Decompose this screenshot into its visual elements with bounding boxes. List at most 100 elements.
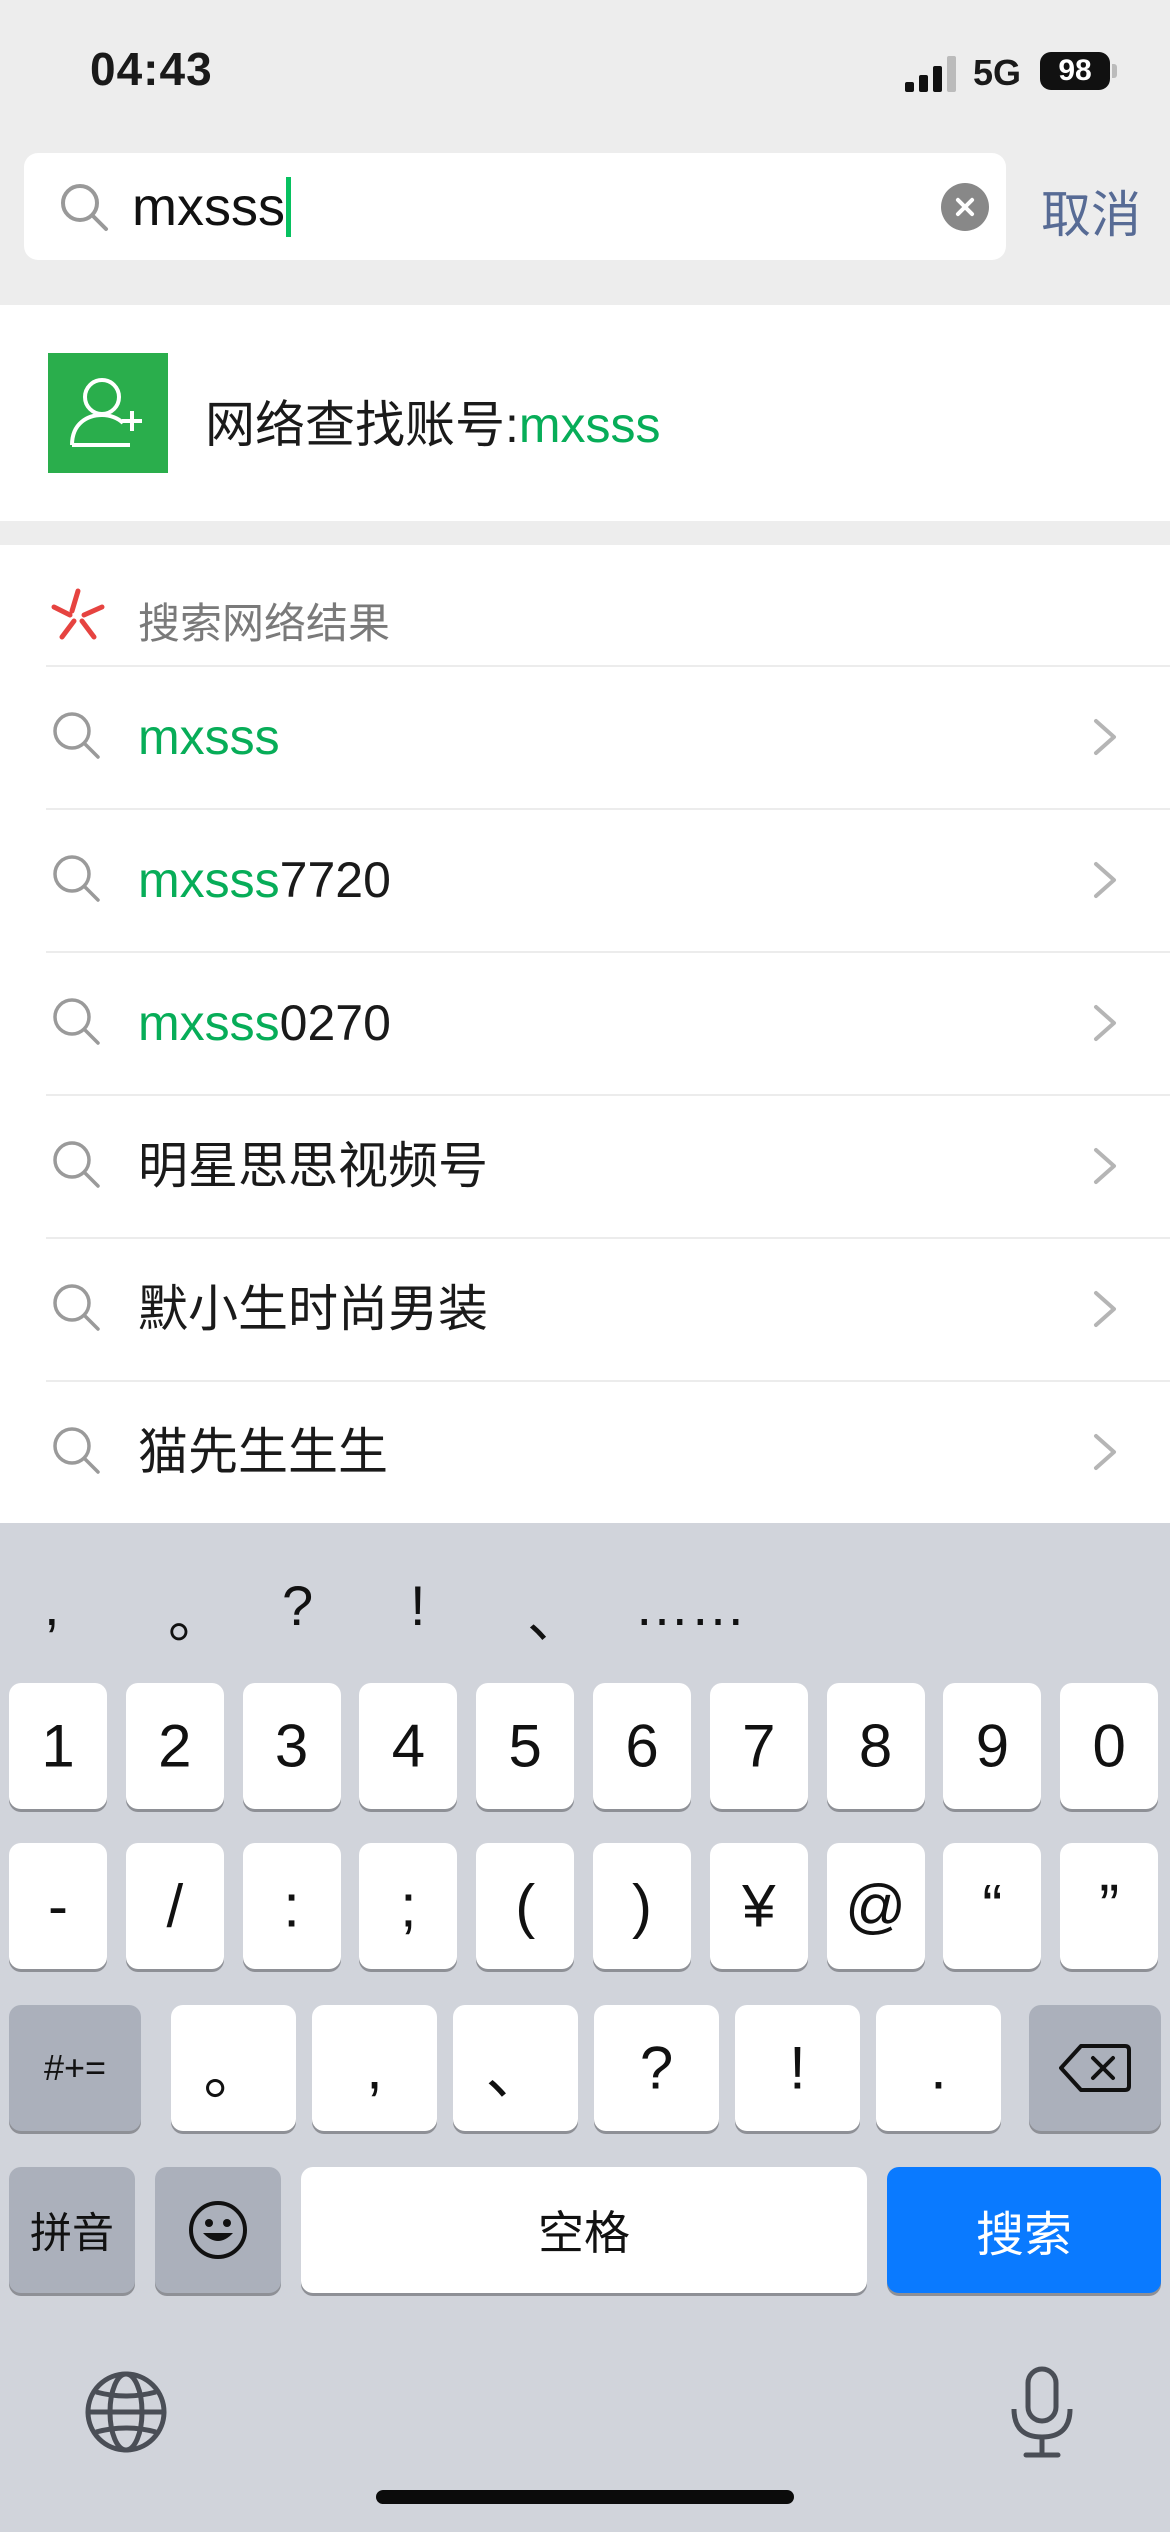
- symbol-key[interactable]: :: [242, 1843, 341, 1969]
- status-bar: 04:43 5G 98: [0, 0, 1170, 140]
- symbol-key-label: :: [283, 1872, 300, 1940]
- globe-icon[interactable]: [84, 2370, 168, 2454]
- network-search-logo: [51, 588, 105, 640]
- digit-key[interactable]: 5: [476, 1683, 575, 1809]
- search-icon: [53, 712, 100, 759]
- digit-key[interactable]: 4: [359, 1683, 458, 1809]
- symbol-key[interactable]: ”: [1060, 1843, 1159, 1969]
- row-divider: [46, 1380, 1170, 1382]
- symbols-toggle-key[interactable]: #+=: [9, 2005, 141, 2131]
- symbol-key[interactable]: ): [593, 1843, 691, 1969]
- symbol-key-label: (: [515, 1872, 536, 1940]
- result-highlight: mxsss: [138, 852, 280, 908]
- symbols-toggle-key-label: #+=: [43, 2047, 107, 2088]
- microphone-icon[interactable]: [1002, 2365, 1082, 2461]
- symbol-key-label: ;: [400, 1872, 417, 1940]
- result-row[interactable]: mxsss7720: [0, 808, 1170, 951]
- digit-key-label: 3: [274, 1712, 309, 1780]
- result-rest: 0270: [279, 995, 391, 1051]
- network-account-search-row[interactable]: 网络查找账号:mxsss: [0, 305, 1170, 521]
- backspace-key[interactable]: [1029, 2005, 1161, 2131]
- result-highlight: mxsss: [138, 995, 280, 1051]
- punctuation-key-label: ,: [366, 2034, 383, 2102]
- punctuation-key[interactable]: 。: [168, 1573, 224, 1654]
- result-text: mxsss: [138, 709, 280, 765]
- digit-key-label: 4: [391, 1712, 426, 1780]
- add-contact-icon: [48, 353, 168, 473]
- symbol-key-label: @: [845, 1872, 907, 1940]
- symbol-key-label: ): [632, 1872, 652, 1940]
- symbol-key[interactable]: ¥: [709, 1843, 808, 1969]
- cancel-button[interactable]: 取消: [1041, 175, 1141, 247]
- punctuation-key[interactable]: ,: [312, 2005, 437, 2131]
- symbol-key-label: ”: [1099, 1872, 1120, 1940]
- search-icon: [53, 1141, 100, 1188]
- row-divider: [46, 1237, 1170, 1239]
- punctuation-bar: , 。?! 、 ……: [0, 1523, 1170, 1673]
- digit-key[interactable]: 6: [593, 1683, 691, 1809]
- search-icon: [53, 998, 100, 1045]
- digit-key[interactable]: 9: [943, 1683, 1042, 1809]
- result-row[interactable]: 明星思思视频号: [0, 1094, 1170, 1237]
- symbol-key-label: “: [982, 1872, 1003, 1940]
- result-text: mxsss7720: [138, 852, 391, 908]
- punctuation-key[interactable]: ?: [594, 2005, 719, 2131]
- digit-key[interactable]: 7: [709, 1683, 808, 1809]
- result-row[interactable]: 默小生时尚男装: [0, 1237, 1170, 1380]
- punctuation-key[interactable]: !: [410, 1573, 426, 1638]
- digit-key-label: 5: [508, 1712, 542, 1780]
- symbol-key-label: -: [48, 1872, 68, 1940]
- emoji-key[interactable]: [155, 2167, 281, 2293]
- symbol-key[interactable]: -: [9, 1843, 107, 1969]
- digit-key[interactable]: 0: [1060, 1683, 1159, 1809]
- row-divider: [46, 665, 1170, 667]
- punctuation-key[interactable]: ……: [634, 1573, 746, 1638]
- result-row[interactable]: mxsss: [0, 665, 1170, 808]
- digit-key[interactable]: 1: [9, 1683, 107, 1809]
- home-indicator: [376, 2490, 794, 2504]
- clear-icon[interactable]: [941, 183, 989, 231]
- space-key[interactable]: 空格: [301, 2167, 867, 2293]
- punctuation-key[interactable]: !: [735, 2005, 860, 2131]
- symbol-key[interactable]: “: [943, 1843, 1042, 1969]
- pinyin-key[interactable]: 拼音: [9, 2167, 135, 2293]
- search-key-label: 搜索: [975, 2209, 1072, 2262]
- search-input[interactable]: mxsss: [24, 153, 1006, 260]
- result-text: mxsss0270: [138, 995, 391, 1051]
- symbol-key[interactable]: (: [476, 1843, 575, 1969]
- result-rest: 明星思思视频号: [138, 1138, 488, 1194]
- result-row[interactable]: mxsss0270: [0, 951, 1170, 1094]
- digit-key-label: 6: [625, 1712, 659, 1780]
- symbol-key[interactable]: @: [826, 1843, 925, 1969]
- symbol-key-label: ¥: [742, 1872, 776, 1940]
- punctuation-key[interactable]: .: [876, 2005, 1001, 2131]
- row-divider: [46, 808, 1170, 810]
- digit-key-label: 2: [158, 1712, 192, 1780]
- punctuation-key[interactable]: 、: [527, 1573, 583, 1654]
- chevron-right-icon: [1094, 719, 1116, 755]
- keyboard: , 。?! 、 …… 1 2 3 4 5 6 7 8 9 0 - /:; () ¥ @ “ ” #+= 。, 、?!. 拼音 空…: [0, 1523, 1170, 2532]
- punctuation-key[interactable]: ,: [44, 1573, 60, 1638]
- result-row[interactable]: 猫先生生生: [0, 1380, 1170, 1523]
- punctuation-key-label: 。: [203, 2039, 264, 2107]
- digit-key[interactable]: 2: [125, 1683, 224, 1809]
- network-results-list: 搜索网络结果 mxsss mxsss7720 mxsss0270 明星思思视频号 默小生…: [0, 545, 1170, 1525]
- network-type: 5G: [973, 52, 1022, 93]
- punctuation-key[interactable]: 。: [171, 2005, 296, 2131]
- result-text: 明星思思视频号: [138, 1138, 488, 1194]
- cellular-signal-icon: [905, 56, 956, 92]
- symbol-key-label: /: [166, 1872, 184, 1940]
- punctuation-key[interactable]: ?: [282, 1573, 313, 1638]
- digit-key-label: 8: [858, 1712, 893, 1780]
- punctuation-key[interactable]: 、: [453, 2005, 578, 2131]
- search-key[interactable]: 搜索: [887, 2167, 1161, 2293]
- result-rest: 默小生时尚男装: [138, 1281, 488, 1337]
- symbol-key[interactable]: /: [125, 1843, 224, 1969]
- search-icon: [53, 1284, 100, 1331]
- punctuation-key-label: .: [930, 2034, 947, 2102]
- symbol-key[interactable]: ;: [359, 1843, 458, 1969]
- battery-icon: 98: [1040, 52, 1110, 90]
- digit-key[interactable]: 8: [826, 1683, 925, 1809]
- digit-key-label: 9: [975, 1712, 1010, 1780]
- digit-key[interactable]: 3: [242, 1683, 341, 1809]
